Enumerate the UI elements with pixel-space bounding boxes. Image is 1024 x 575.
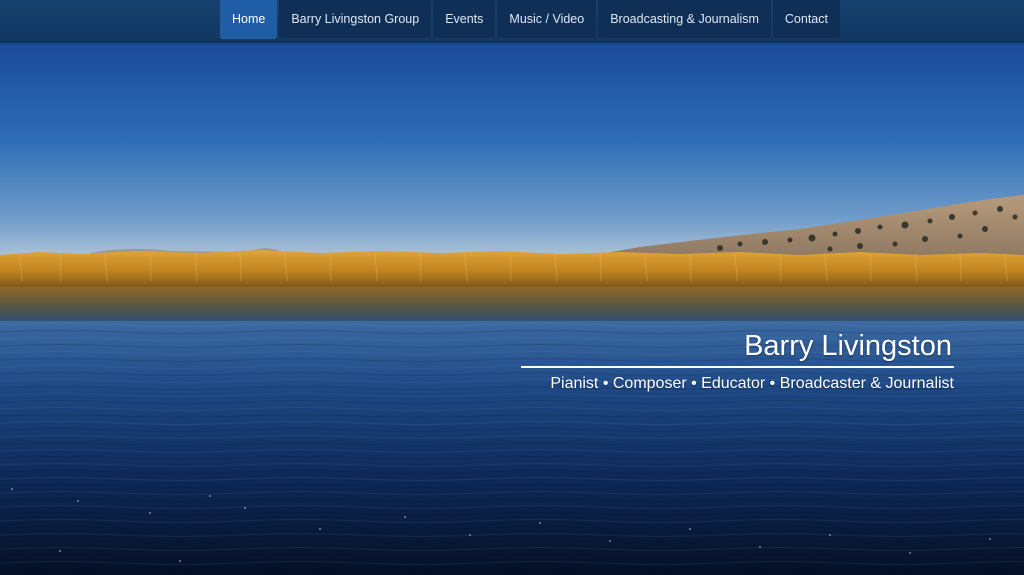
hero-background-image (0, 41, 1024, 575)
nav-item-events[interactable]: Events (433, 0, 496, 39)
hero-title: Barry Livingston (744, 330, 952, 362)
nav-item-music-video[interactable]: Music / Video (497, 0, 597, 39)
nav-menu: Home Barry Livingston Group Events Music… (220, 0, 840, 40)
nav-item-broadcasting-journalism[interactable]: Broadcasting & Journalism (598, 0, 771, 39)
top-navbar: Home Barry Livingston Group Events Music… (0, 0, 1024, 42)
hero-caption: Barry Livingston Pianist • Composer • Ed… (521, 328, 954, 394)
page: Home Barry Livingston Group Events Music… (0, 0, 1024, 575)
hero-subtitle: Pianist • Composer • Educator • Broadcas… (550, 375, 954, 392)
nav-item-home[interactable]: Home (220, 0, 278, 39)
hero-divider (521, 366, 954, 368)
nav-item-barry-livingston-group[interactable]: Barry Livingston Group (279, 0, 432, 39)
nav-item-contact[interactable]: Contact (772, 0, 840, 39)
